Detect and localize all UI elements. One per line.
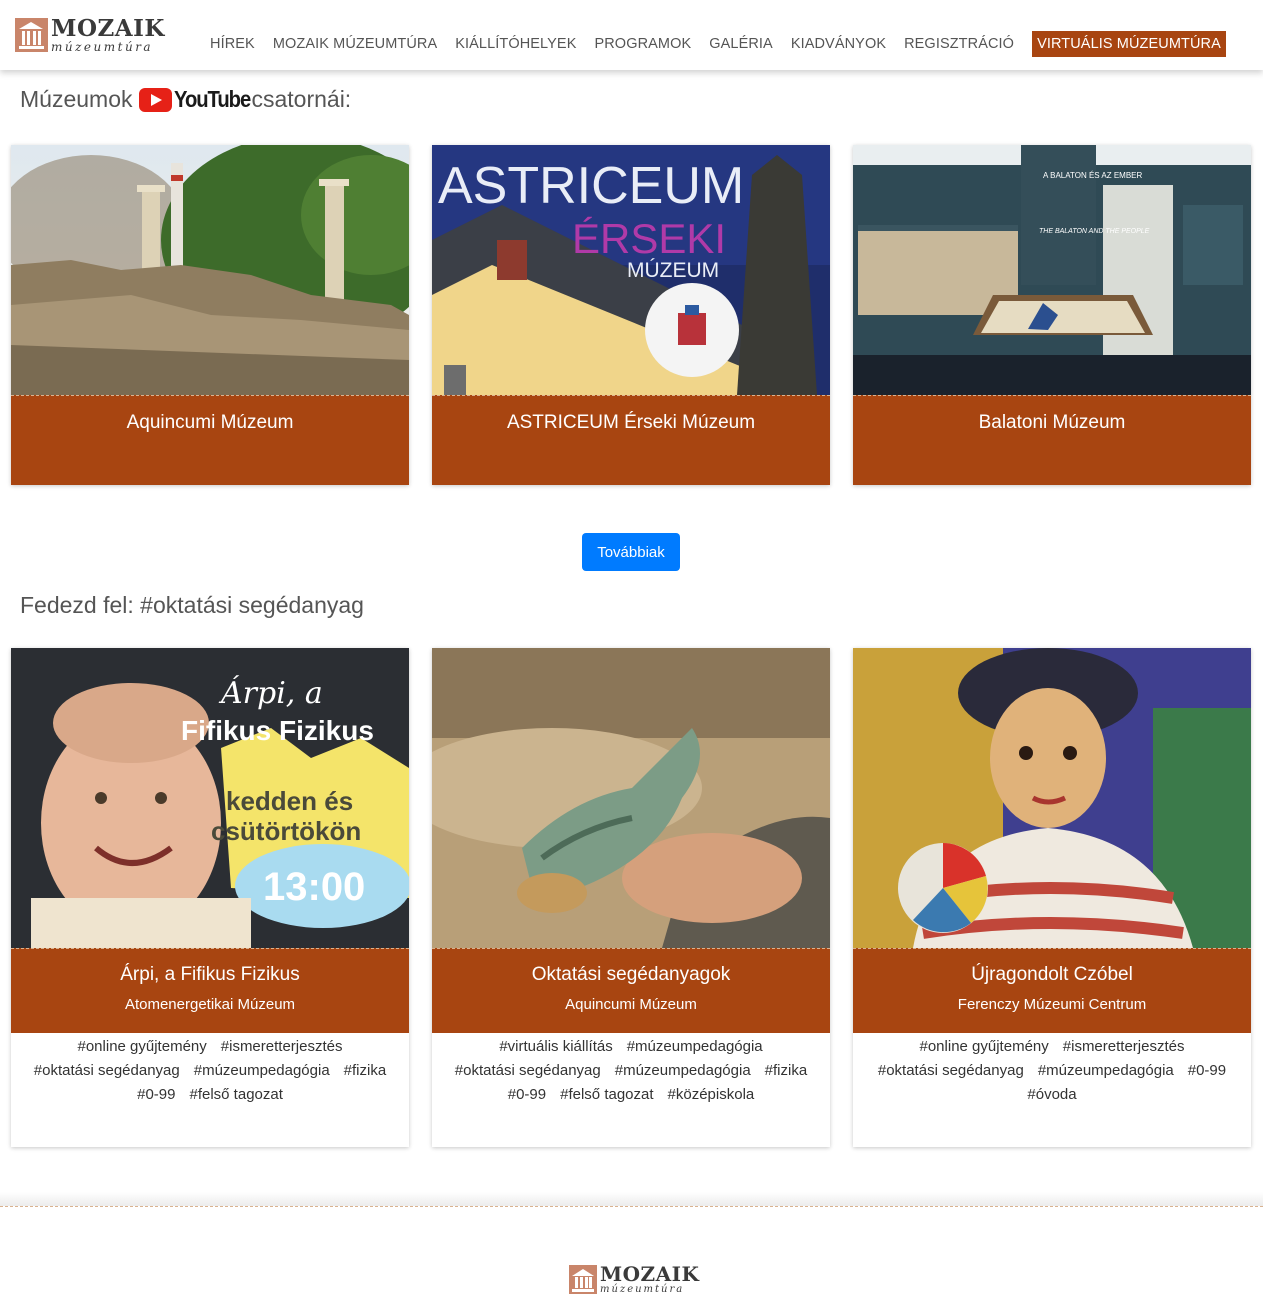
card-subtitle: Ferenczy Múzeumi Centrum xyxy=(957,996,1147,1013)
logo-name: MOZAIK xyxy=(600,1262,700,1286)
edu-section-title: Fedezd fel: #oktatási segédanyag xyxy=(20,592,364,618)
aquincum-photo xyxy=(11,145,409,395)
edu-card-arpi[interactable]: Árpi, a Fifikus Fizikus kedden és csütör… xyxy=(11,648,409,1147)
tag[interactable]: #múzeumpedagógia xyxy=(1038,1062,1174,1079)
tag-list: #online gyűjtemény #ismeretterjesztés #ok… xyxy=(11,1033,409,1107)
card-subtitle: Atomenergetikai Múzeum xyxy=(124,996,296,1013)
card-title: Balatoni Múzeum xyxy=(978,412,1126,433)
footer-divider-shadow xyxy=(0,1192,1263,1206)
footer-divider xyxy=(0,1206,1263,1207)
logo-tagline: múzeumtúra xyxy=(51,40,154,54)
card-title: ASTRICEUM Érseki Múzeum xyxy=(506,412,756,433)
card-caption: Balatoni Múzeum xyxy=(853,395,1251,485)
museum-card-balaton[interactable]: A BALATON ÉS AZ EMBER THE BALATON AND TH… xyxy=(853,145,1251,485)
astriceum-image-line2: ÉRSEKI xyxy=(572,215,726,262)
nav-mozaik-muzeumtura[interactable]: MOZAIK MÚZEUMTÚRA xyxy=(273,36,437,52)
astriceum-photo: ASTRICEUM ÉRSEKI MÚZEUM xyxy=(432,145,830,395)
tag[interactable]: #online gyűjtemény xyxy=(920,1038,1049,1055)
arpi-photo: Árpi, a Fifikus Fizikus kedden és csütör… xyxy=(11,648,409,948)
tag[interactable]: #ismeretterjesztés xyxy=(1063,1038,1185,1055)
card-title: Oktatási segédanyagok xyxy=(531,964,731,985)
arpi-image-line1: Árpi, a xyxy=(218,675,323,711)
museum-logo-icon xyxy=(569,1265,597,1294)
tag[interactable]: #0-99 xyxy=(508,1086,546,1103)
tag[interactable]: #ismeretterjesztés xyxy=(221,1038,343,1055)
card-subtitle: Aquincumi Múzeum xyxy=(565,996,697,1013)
nav-programok[interactable]: PROGRAMOK xyxy=(594,36,691,52)
artifact-photo xyxy=(432,648,830,948)
museum-card-astriceum[interactable]: ASTRICEUM ÉRSEKI MÚZEUM ASTRICEUM Érseki… xyxy=(432,145,830,485)
tag[interactable]: #középiskola xyxy=(668,1086,755,1103)
tag[interactable]: #felső tagozat xyxy=(189,1086,282,1103)
tag[interactable]: #múzeumpedagógia xyxy=(627,1038,763,1055)
tag-list: #virtuális kiállítás #múzeumpedagógia #ok… xyxy=(432,1033,830,1107)
site-logo[interactable]: MOZAIK múzeumtúra xyxy=(15,17,165,53)
arpi-image-line3: kedden és xyxy=(226,786,353,816)
edu-card-oktatasi[interactable]: Oktatási segédanyagok Aquincumi Múzeum #… xyxy=(432,648,830,1147)
nav-regisztracio[interactable]: REGISZTRÁCIÓ xyxy=(904,36,1014,52)
arpi-image-line2: Fifikus Fizikus xyxy=(181,715,374,746)
nav-hirek[interactable]: HÍREK xyxy=(210,36,255,52)
arpi-image-line4: csütörtökön xyxy=(211,816,361,846)
youtube-wordmark: YouTube xyxy=(174,86,251,112)
tag[interactable]: #0-99 xyxy=(1188,1062,1226,1079)
card-caption: Oktatási segédanyagok Aquincumi Múzeum xyxy=(432,948,830,1033)
footer-logo[interactable]: MOZAIK múzeumtúra xyxy=(569,1264,699,1295)
card-caption: ASTRICEUM Érseki Múzeum xyxy=(432,395,830,485)
nav-galeria[interactable]: GALÉRIA xyxy=(709,36,773,52)
tag[interactable]: #múzeumpedagógia xyxy=(615,1062,751,1079)
logo-name: MOZAIK xyxy=(51,15,165,42)
edu-card-czobel[interactable]: Újragondolt Czóbel Ferenczy Múzeumi Cent… xyxy=(853,648,1251,1147)
balaton-photo: A BALATON ÉS AZ EMBER THE BALATON AND TH… xyxy=(853,145,1251,395)
tag[interactable]: #fizika xyxy=(344,1062,387,1079)
section-title-after: csatornái: xyxy=(251,86,352,112)
card-caption: Újragondolt Czóbel Ferenczy Múzeumi Cent… xyxy=(853,948,1251,1033)
tag[interactable]: #online gyűjtemény xyxy=(78,1038,207,1055)
card-caption: Aquincumi Múzeum xyxy=(11,395,409,485)
more-button[interactable]: Továbbiak xyxy=(582,533,680,571)
tag[interactable]: #0-99 xyxy=(137,1086,175,1103)
arpi-image-time: 13:00 xyxy=(263,865,365,909)
logo-tagline: múzeumtúra xyxy=(600,1284,685,1295)
main-nav: HÍREK MOZAIK MÚZEUMTÚRA KIÁLLÍTÓHELYEK P… xyxy=(210,31,1226,57)
tag[interactable]: #múzeumpedagógia xyxy=(194,1062,330,1079)
section-title-before: Múzeumok xyxy=(20,86,133,112)
card-title: Árpi, a Fifikus Fizikus xyxy=(120,964,300,985)
tag[interactable]: #óvoda xyxy=(1027,1086,1076,1103)
card-title: Újragondolt Czóbel xyxy=(971,964,1133,985)
youtube-section-title: Múzeumok YouTube csatornái: xyxy=(20,86,351,113)
czobel-painting xyxy=(853,648,1251,948)
tag[interactable]: #fizika xyxy=(765,1062,808,1079)
nav-kiallitohelyek[interactable]: KIÁLLÍTÓHELYEK xyxy=(455,36,576,52)
astriceum-image-line3: MÚZEUM xyxy=(627,259,719,282)
tag[interactable]: #oktatási segédanyag xyxy=(34,1062,180,1079)
balaton-image-subtitle: THE BALATON AND THE PEOPLE xyxy=(1039,228,1150,235)
astriceum-image-line1: ASTRICEUM xyxy=(438,157,744,215)
balaton-image-title: A BALATON ÉS AZ EMBER xyxy=(1043,171,1143,180)
card-title: Aquincumi Múzeum xyxy=(126,412,294,433)
museum-card-aquincum[interactable]: Aquincumi Múzeum xyxy=(11,145,409,485)
tag[interactable]: #oktatási segédanyag xyxy=(878,1062,1024,1079)
tag-list: #online gyűjtemény #ismeretterjesztés #ok… xyxy=(853,1033,1251,1107)
nav-kiadvanyok[interactable]: KIADVÁNYOK xyxy=(791,36,886,52)
youtube-logo: YouTube xyxy=(139,86,252,113)
museum-logo-icon xyxy=(15,18,48,52)
youtube-play-icon xyxy=(139,87,173,112)
nav-virtualis-muzeumtura[interactable]: VIRTUÁLIS MÚZEUMTÚRA xyxy=(1032,31,1226,57)
tag[interactable]: #oktatási segédanyag xyxy=(455,1062,601,1079)
card-caption: Árpi, a Fifikus Fizikus Atomenergetikai … xyxy=(11,948,409,1033)
tag[interactable]: #virtuális kiállítás xyxy=(499,1038,612,1055)
site-header: MOZAIK múzeumtúra HÍREK MOZAIK MÚZEUMTÚR… xyxy=(0,0,1263,70)
tag[interactable]: #felső tagozat xyxy=(560,1086,653,1103)
